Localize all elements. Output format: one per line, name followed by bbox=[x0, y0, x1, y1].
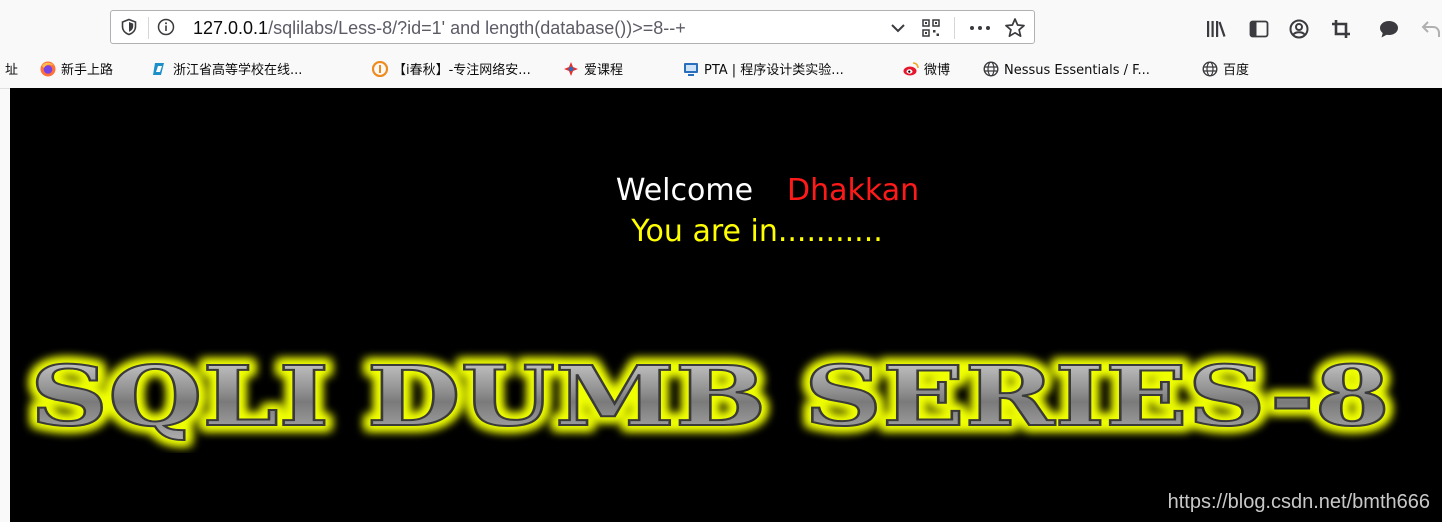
divider bbox=[148, 17, 149, 39]
bookmark-weibo[interactable]: 微博 bbox=[903, 60, 950, 82]
bookmark-zhejiang-online[interactable]: 浙江省高等学校在线... bbox=[152, 60, 302, 82]
qr-code-icon[interactable] bbox=[921, 18, 941, 38]
divider bbox=[954, 17, 955, 39]
pta-icon bbox=[684, 63, 698, 76]
firefox-icon bbox=[40, 61, 56, 77]
welcome-line: Welcome Dhakkan bbox=[10, 173, 1442, 208]
browser-toolbar: 127.0.0.1/sqlilabs/Less-8/?id=1' and len… bbox=[0, 0, 1442, 55]
bookmark-nessus[interactable]: Nessus Essentials / F... bbox=[983, 60, 1150, 82]
account-icon[interactable] bbox=[1288, 18, 1310, 40]
bookmark-truncated[interactable]: 址 bbox=[5, 60, 18, 82]
book-icon bbox=[153, 63, 164, 75]
more-icon[interactable] bbox=[967, 18, 993, 38]
chevron-down-icon[interactable] bbox=[889, 19, 907, 37]
bookmark-getting-started[interactable]: 新手上路 bbox=[40, 60, 113, 82]
bookmarks-bar: 址 新手上路 浙江省高等学校在线... 【i春秋】-专注网络安... 爱课程 P… bbox=[0, 55, 1442, 89]
back-icon[interactable] bbox=[1420, 18, 1442, 40]
welcome-text: Welcome bbox=[615, 173, 754, 208]
shield-icon[interactable] bbox=[120, 18, 138, 36]
url-host: 127.0.0.1 bbox=[193, 18, 269, 38]
sidebar-icon[interactable] bbox=[1248, 18, 1270, 40]
url-path: /sqlilabs/Less-8/?id=1' and length(datab… bbox=[268, 18, 686, 38]
url-text[interactable]: 127.0.0.1/sqlilabs/Less-8/?id=1' and len… bbox=[193, 16, 686, 40]
ichunqiu-icon bbox=[372, 61, 388, 77]
page-content: Welcome Dhakkan You are in........... SQL… bbox=[10, 88, 1442, 522]
status-message: You are in........... bbox=[631, 214, 883, 249]
globe-icon bbox=[1202, 61, 1218, 77]
bookmark-icourse[interactable]: 爱课程 bbox=[563, 60, 623, 82]
bookmark-ichunqiu[interactable]: 【i春秋】-专注网络安... bbox=[372, 60, 531, 82]
series-title-image: SQLI DUMB SERIES-8 SQLI DUMB SERIES-8 bbox=[25, 344, 1395, 450]
watermark: https://blog.csdn.net/bmth666 bbox=[1167, 491, 1430, 513]
weibo-icon bbox=[903, 62, 919, 76]
icourse-icon bbox=[564, 62, 578, 76]
svg-text:SQLI DUMB SERIES-8: SQLI DUMB SERIES-8 bbox=[30, 349, 1390, 445]
chat-icon[interactable] bbox=[1378, 18, 1400, 40]
library-icon[interactable] bbox=[1205, 18, 1227, 40]
url-bar[interactable]: 127.0.0.1/sqlilabs/Less-8/?id=1' and len… bbox=[110, 10, 1035, 44]
globe-icon bbox=[983, 61, 999, 77]
user-name: Dhakkan bbox=[787, 173, 920, 208]
crop-icon[interactable] bbox=[1330, 18, 1352, 40]
info-icon[interactable] bbox=[157, 18, 175, 36]
star-icon[interactable] bbox=[1004, 17, 1026, 39]
bookmark-pta[interactable]: PTA | 程序设计类实验... bbox=[683, 60, 844, 82]
bookmark-baidu[interactable]: 百度 bbox=[1202, 60, 1249, 82]
